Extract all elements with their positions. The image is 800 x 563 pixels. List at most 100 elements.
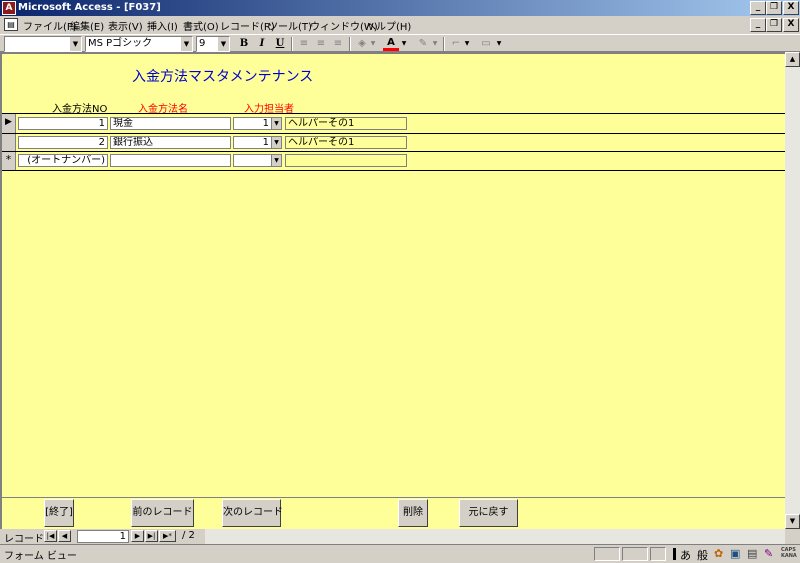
row-divider bbox=[2, 113, 785, 114]
ime-bar-handle-icon[interactable] bbox=[670, 546, 679, 561]
ime-help-icon[interactable]: ✎ bbox=[764, 547, 773, 560]
delete-button[interactable]: 削除 bbox=[398, 499, 428, 527]
row-divider bbox=[2, 151, 785, 152]
record-selector[interactable] bbox=[2, 134, 16, 151]
undo-button[interactable]: 元に戻す bbox=[459, 499, 518, 527]
toolbar-separator bbox=[443, 37, 445, 51]
staff-id-value: 1 bbox=[262, 137, 269, 148]
ime-dictionary-icon[interactable]: ▤ bbox=[747, 547, 757, 560]
form-window-icon[interactable]: ▤ bbox=[4, 18, 18, 31]
staff-dropdown[interactable]: 1 ▼ bbox=[233, 136, 282, 149]
font-name-value: MS Pゴシック bbox=[88, 38, 153, 49]
font-name-combo[interactable]: MS Pゴシック ▼ bbox=[85, 36, 193, 52]
chevron-down-icon[interactable]: ▼ bbox=[271, 118, 281, 129]
form-body: 入金方法マスタメンテナンス 入金方法NO 入金方法名 入力担当者 ▶ 1 現金 … bbox=[0, 52, 785, 497]
prev-record-button[interactable]: 前のレコード bbox=[131, 499, 194, 527]
next-record-icon[interactable]: ▶ bbox=[131, 530, 144, 542]
payment-name-field[interactable] bbox=[110, 154, 231, 167]
prev-record-icon[interactable]: ◀ bbox=[58, 530, 71, 542]
payment-no-field[interactable]: 1 bbox=[18, 117, 108, 130]
new-record-icon[interactable]: ▶* bbox=[159, 530, 176, 542]
status-panel bbox=[594, 547, 620, 561]
next-record-button[interactable]: 次のレコード bbox=[222, 499, 283, 527]
access-icon[interactable]: A bbox=[2, 1, 16, 15]
chevron-down-icon[interactable]: ▼ bbox=[431, 37, 439, 51]
minimize-button[interactable]: _ bbox=[750, 1, 766, 15]
close-button[interactable]: X bbox=[783, 1, 799, 15]
chevron-down-icon[interactable]: ▼ bbox=[400, 37, 408, 51]
menu-tools[interactable]: ツール(T) bbox=[268, 18, 312, 33]
view-mode-text: フォーム ビュー bbox=[4, 551, 77, 562]
chevron-down-icon[interactable]: ▼ bbox=[463, 37, 471, 51]
payment-name-field[interactable]: 現金 bbox=[110, 117, 231, 130]
status-panel bbox=[650, 547, 666, 561]
font-size-value: 9 bbox=[199, 38, 206, 49]
menu-insert[interactable]: 挿入(I) bbox=[147, 18, 178, 33]
doc-restore-button[interactable]: ❐ bbox=[766, 18, 782, 32]
toolbar-separator bbox=[291, 37, 293, 51]
staff-name-field: ヘルパーその1 bbox=[285, 117, 407, 130]
border-width-icon[interactable]: ⌐ bbox=[448, 37, 464, 51]
chevron-down-icon: ▼ bbox=[180, 37, 192, 51]
staff-dropdown[interactable]: ▼ bbox=[233, 154, 282, 167]
ime-pad-icon[interactable]: ▣ bbox=[730, 547, 740, 560]
menu-format[interactable]: 書式(O) bbox=[183, 18, 219, 33]
scroll-down-icon[interactable]: ▼ bbox=[785, 514, 800, 529]
status-bar: フォーム ビュー あ 般 ✿ ▣ ▤ ✎ CAPS KANA bbox=[0, 544, 800, 562]
staff-name-field bbox=[285, 154, 407, 167]
chevron-down-icon[interactable]: ▼ bbox=[271, 155, 281, 166]
nav-label: レコード: bbox=[4, 534, 48, 545]
italic-button[interactable]: I bbox=[254, 37, 270, 51]
form-title: 入金方法マスタメンテナンス bbox=[132, 69, 314, 85]
chevron-down-icon: ▼ bbox=[217, 37, 229, 51]
chevron-down-icon[interactable]: ▼ bbox=[495, 37, 503, 51]
menu-file[interactable]: ファイル(F) bbox=[23, 18, 77, 33]
row-divider bbox=[2, 133, 785, 134]
menu-help[interactable]: ヘルプ(H) bbox=[366, 18, 411, 33]
staff-dropdown[interactable]: 1 ▼ bbox=[233, 117, 282, 130]
record-number-input[interactable]: 1 bbox=[77, 530, 129, 543]
scroll-up-icon[interactable]: ▲ bbox=[785, 52, 800, 67]
window-title: Microsoft Access - [F037] bbox=[18, 2, 161, 13]
font-size-combo[interactable]: 9 ▼ bbox=[196, 36, 230, 52]
ime-tool-icon[interactable]: ✿ bbox=[714, 547, 723, 560]
ime-mode-indicator[interactable]: あ bbox=[680, 547, 691, 563]
last-record-icon[interactable]: ▶| bbox=[145, 530, 158, 542]
underline-button[interactable]: U bbox=[272, 37, 288, 51]
bold-button[interactable]: B bbox=[236, 37, 252, 51]
record-selector-current[interactable]: ▶ bbox=[2, 114, 16, 133]
menu-bar: ▤ ファイル(F) 編集(E) 表示(V) 挿入(I) 書式(O) レコード(R… bbox=[0, 16, 800, 34]
chevron-down-icon: ▼ bbox=[69, 37, 81, 51]
record-total: / 2 bbox=[182, 530, 195, 541]
align-left-icon[interactable]: ≡ bbox=[296, 37, 312, 51]
payment-name-field[interactable]: 銀行振込 bbox=[110, 136, 231, 149]
payment-no-field[interactable]: (オートナンバー) bbox=[18, 154, 108, 167]
doc-minimize-button[interactable]: _ bbox=[750, 18, 766, 32]
chevron-down-icon[interactable]: ▼ bbox=[369, 37, 377, 51]
menu-records[interactable]: レコード(R) bbox=[220, 18, 275, 33]
staff-name-field: ヘルパーその1 bbox=[285, 136, 407, 149]
doc-close-button[interactable]: X bbox=[783, 18, 799, 32]
ime-conversion-indicator[interactable]: 般 bbox=[697, 547, 708, 563]
object-combo[interactable]: ▼ bbox=[4, 36, 82, 52]
restore-button[interactable]: ❐ bbox=[766, 1, 782, 15]
record-selector-new[interactable]: * bbox=[2, 152, 16, 170]
vertical-scrollbar[interactable]: ▲ ▼ bbox=[785, 52, 800, 529]
payment-no-field[interactable]: 2 bbox=[18, 136, 108, 149]
line-color-icon[interactable]: ✎ bbox=[415, 37, 431, 51]
first-record-icon[interactable]: |◀ bbox=[44, 530, 57, 542]
align-right-icon[interactable]: ≡ bbox=[330, 37, 346, 51]
horizontal-scrollbar[interactable] bbox=[205, 529, 785, 544]
font-color-icon[interactable]: A bbox=[383, 37, 399, 51]
special-effect-icon[interactable]: ▭ bbox=[478, 37, 494, 51]
fill-color-icon[interactable]: ◈ bbox=[354, 37, 370, 51]
menu-view[interactable]: 表示(V) bbox=[108, 18, 143, 33]
align-center-icon[interactable]: ≡ bbox=[313, 37, 329, 51]
staff-id-value: 1 bbox=[262, 118, 269, 129]
exit-button[interactable]: [終了] bbox=[44, 499, 74, 527]
menu-edit[interactable]: 編集(E) bbox=[70, 18, 104, 33]
row-divider bbox=[2, 170, 785, 171]
kana-indicator: KANA bbox=[781, 553, 797, 559]
record-navigation-bar: レコード: |◀ ◀ 1 ▶ ▶| ▶* / 2 bbox=[0, 529, 800, 545]
chevron-down-icon[interactable]: ▼ bbox=[271, 137, 281, 148]
